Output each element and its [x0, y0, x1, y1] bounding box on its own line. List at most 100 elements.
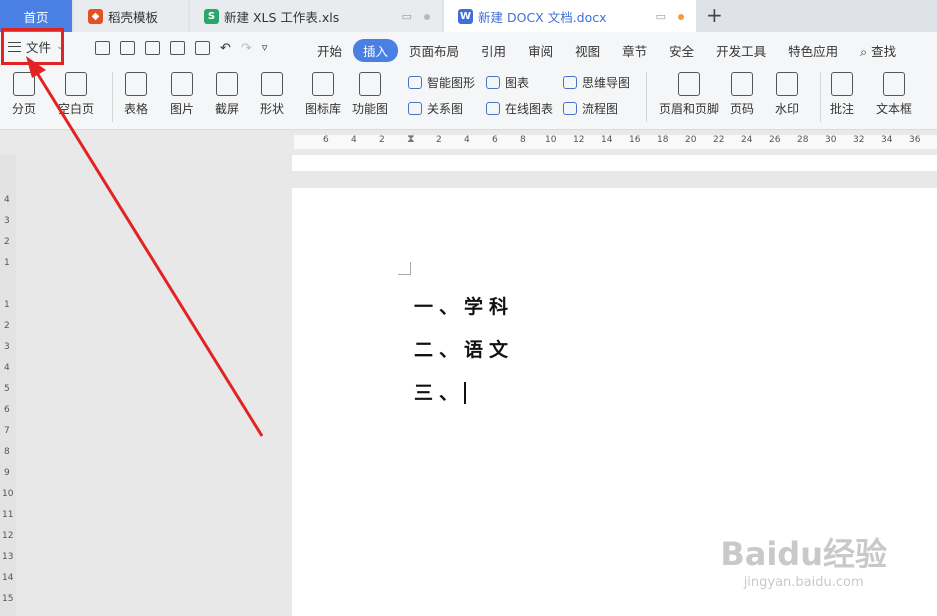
menu-references[interactable]: 引用: [470, 39, 517, 62]
smart-art-icon: [408, 76, 422, 89]
chart-button[interactable]: 图表: [486, 74, 529, 91]
relation-chart-label: 关系图: [427, 102, 464, 116]
tab-docx[interactable]: W 新建 DOCX 文档.docx ▭: [444, 0, 696, 32]
separator: [820, 72, 821, 122]
monitor-icon[interactable]: ▭: [402, 10, 412, 23]
shapes-button[interactable]: 形状: [260, 72, 284, 117]
separator: [646, 72, 647, 122]
ruler-tick: 10: [2, 489, 14, 499]
page-number-icon: [731, 72, 753, 96]
undo-icon[interactable]: ↶: [220, 41, 231, 56]
ruler-tick: 24: [741, 135, 753, 145]
ruler-tick: 4: [351, 135, 357, 145]
picture-button[interactable]: 图片: [170, 72, 194, 117]
menu-page-layout[interactable]: 页面布局: [398, 39, 470, 62]
ruler-tick: 1: [4, 258, 10, 268]
save-icon[interactable]: [120, 41, 135, 55]
menu-view[interactable]: 视图: [564, 39, 611, 62]
menu-find[interactable]: ⌕ 查找: [849, 39, 907, 62]
format-painter-icon[interactable]: [145, 41, 160, 55]
screenshot-label: 截屏: [215, 102, 240, 116]
ruler-tick: 6: [4, 405, 10, 415]
page-break-button[interactable]: 分页: [12, 72, 36, 117]
smart-art-button[interactable]: 智能图形: [408, 74, 475, 91]
redo-icon[interactable]: ↷: [241, 41, 252, 56]
comment-button[interactable]: 批注: [830, 72, 854, 117]
menu-developer[interactable]: 开发工具: [705, 39, 777, 62]
print-icon[interactable]: [170, 41, 185, 55]
more-icon[interactable]: ▿: [262, 41, 268, 56]
textbox-button[interactable]: 文本框: [876, 72, 912, 117]
watermark-button[interactable]: 水印: [775, 72, 799, 117]
document-line-1[interactable]: 一、学科: [414, 292, 514, 319]
online-chart-icon: [486, 102, 500, 115]
ruler-tick: 12: [573, 135, 585, 145]
ruler-tick: 6: [492, 135, 498, 145]
ruler-tick: 4: [4, 363, 10, 373]
ruler-tick: 13: [2, 552, 14, 562]
tab-docx-label: 新建 DOCX 文档.docx: [478, 9, 607, 25]
flowchart-button[interactable]: 流程图: [563, 100, 618, 117]
icon-library-icon: [312, 72, 334, 96]
header-footer-button[interactable]: 页眉和页脚: [659, 72, 719, 117]
menu-bar: 文件 ⌄ ↶ ↷ ▿ 开始 插入 页面布局 引用 审阅 视图 章节 安全 开发工…: [0, 32, 937, 66]
menu-chapter[interactable]: 章节: [611, 39, 658, 62]
function-chart-button[interactable]: 功能图: [352, 72, 388, 117]
watermark-title: Baidu经验: [720, 535, 887, 573]
mind-map-label: 思维导图: [582, 76, 631, 90]
menu-review[interactable]: 审阅: [517, 39, 564, 62]
watermark-label: 水印: [775, 102, 800, 116]
vertical-ruler[interactable]: 4 3 2 1 1 2 3 4 5 6 7 8 9 10 11 12 13 14…: [0, 155, 16, 616]
online-chart-button[interactable]: 在线图表: [486, 100, 553, 117]
document-line-3[interactable]: 三、: [414, 378, 464, 405]
comment-label: 批注: [830, 102, 855, 116]
ruler-tick: 14: [601, 135, 613, 145]
chart-icon: [486, 76, 500, 89]
tab-home-label: 首页: [23, 9, 49, 25]
screenshot-button[interactable]: 截屏: [215, 72, 239, 117]
picture-icon: [171, 72, 193, 96]
open-icon[interactable]: [95, 41, 110, 55]
docer-logo-icon: ◆: [88, 8, 103, 24]
tab-bar: 首页 ◆ 稻壳模板 S 新建 XLS 工作表.xls ▭ W 新建 DOCX 文…: [0, 0, 937, 32]
print-preview-icon[interactable]: [195, 41, 210, 55]
tab-docx-controls: ▭: [656, 10, 684, 23]
mind-map-button[interactable]: 思维导图: [563, 74, 630, 91]
menu-start[interactable]: 开始: [306, 39, 353, 62]
icon-library-button[interactable]: 图标库: [305, 72, 341, 117]
ruler-tick: 34: [881, 135, 893, 145]
ruler-tick: 15: [2, 594, 14, 604]
menu-insert[interactable]: 插入: [353, 39, 399, 62]
ruler-tick: 18: [657, 135, 669, 145]
tab-xls-label: 新建 XLS 工作表.xls: [224, 9, 340, 25]
ruler-tick: 14: [2, 573, 14, 583]
monitor-icon[interactable]: ▭: [656, 10, 666, 23]
menu-find-label: 查找: [871, 44, 897, 59]
ruler-tick: 8: [4, 447, 10, 457]
previous-page-bottom: [292, 155, 937, 171]
table-button[interactable]: 表格: [124, 72, 148, 117]
relation-chart-button[interactable]: 关系图: [408, 100, 463, 117]
chart-label: 图表: [505, 76, 530, 90]
highlight-box: [1, 28, 64, 65]
blank-page-button[interactable]: 空白页: [58, 72, 94, 117]
ruler-tick: 8: [520, 135, 526, 145]
flowchart-icon: [563, 102, 577, 115]
ruler-tick: 3: [4, 216, 10, 226]
new-tab-button[interactable]: +: [706, 3, 723, 27]
ruler-tick: 6: [323, 135, 329, 145]
tab-templates-label: 稻壳模板: [108, 9, 159, 25]
flowchart-label: 流程图: [582, 102, 619, 116]
ruler-tick: 4: [464, 135, 470, 145]
ribbon-insert: 分页 空白页 表格 图片 截屏 形状 图标库 功能图 智能图形 图表 思维导图 …: [0, 66, 937, 130]
separator: [112, 72, 113, 122]
watermark-icon: [776, 72, 798, 96]
menu-security[interactable]: 安全: [658, 39, 705, 62]
menu-features[interactable]: 特色应用: [777, 39, 849, 62]
tab-xls[interactable]: S 新建 XLS 工作表.xls ▭: [190, 0, 442, 32]
tab-templates[interactable]: ◆ 稻壳模板: [74, 0, 188, 32]
horizontal-ruler[interactable]: 6 4 2 ⧗ 2 4 6 8 10 12 14 16 18 20 22 24 …: [0, 131, 937, 155]
page-number-button[interactable]: 页码: [730, 72, 754, 117]
document-line-2[interactable]: 二、语文: [414, 335, 514, 362]
indent-marker-icon[interactable]: ⧗: [407, 132, 415, 146]
